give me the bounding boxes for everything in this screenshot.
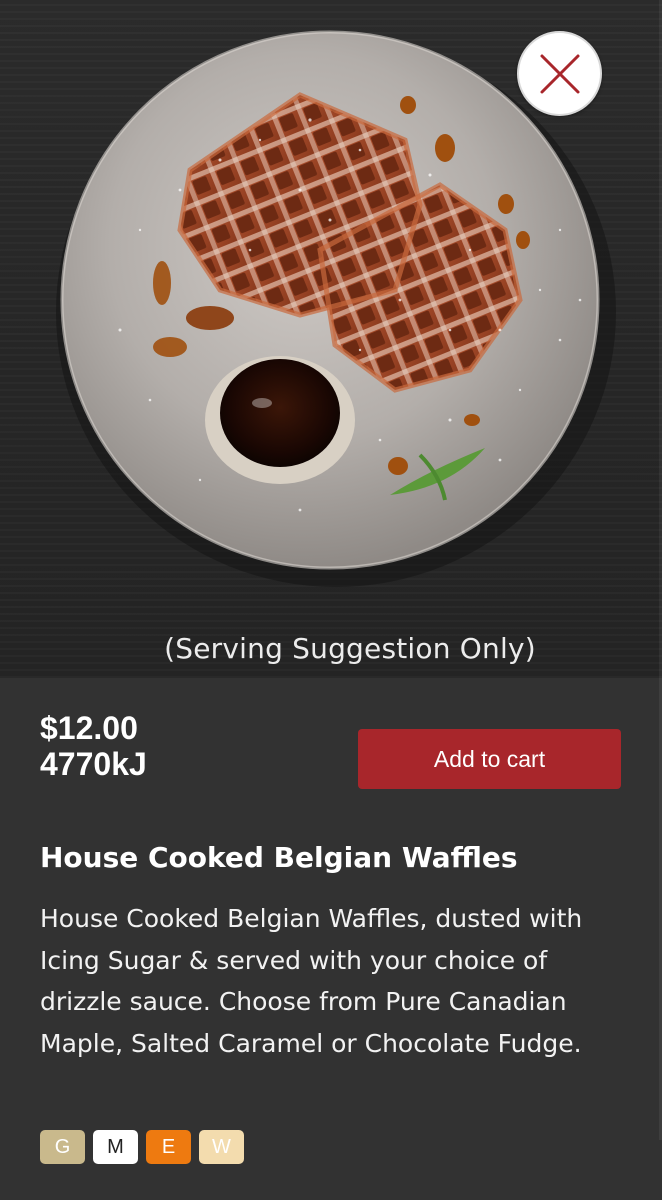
price-energy: $12.00 4770kJ <box>40 710 147 782</box>
product-image: (Serving Suggestion Only) <box>0 0 662 678</box>
badge-g: G <box>40 1130 85 1164</box>
product-description: House Cooked Belgian Waffles, dusted wit… <box>40 904 583 1058</box>
price: $12.00 <box>40 710 138 746</box>
badge-m: M <box>93 1130 138 1164</box>
dietary-badges: G M E W <box>40 1130 244 1164</box>
close-button[interactable] <box>517 31 602 116</box>
serving-suggestion-caption: (Serving Suggestion Only) <box>164 632 536 665</box>
energy-kj: 4770kJ <box>40 746 147 782</box>
product-details: $12.00 4770kJ Add to cart House Cooked B… <box>0 678 662 1200</box>
close-icon <box>540 54 579 93</box>
product-detail-screen: (Serving Suggestion Only) $12.00 4770kJ … <box>0 0 662 1200</box>
badge-w: W <box>199 1130 244 1164</box>
add-to-cart-button[interactable]: Add to cart <box>358 729 621 789</box>
badge-e: E <box>146 1130 191 1164</box>
product-title: House Cooked Belgian Waffles <box>40 841 518 874</box>
